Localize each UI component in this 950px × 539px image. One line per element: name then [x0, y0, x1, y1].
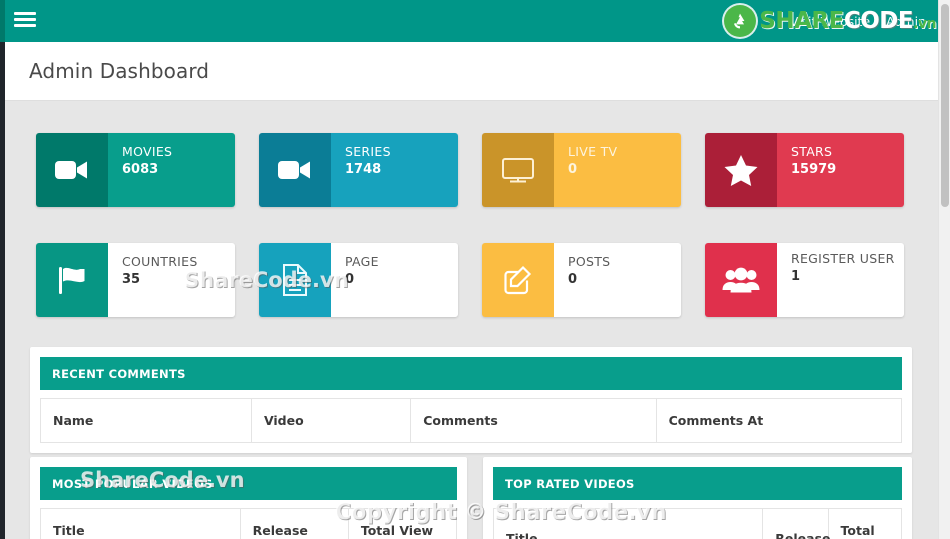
stat-card-value: 0 [568, 272, 578, 288]
table-header-row: Name Video Comments Comments At [40, 398, 903, 443]
sidebar-brand-strip [0, 0, 5, 42]
stat-card-body: POSTS 0 [554, 243, 681, 317]
column-header-name[interactable]: Name [40, 398, 252, 443]
stat-card-label: LIVE TV [568, 144, 618, 159]
panel-title: TOP RATED VIDEOS [493, 467, 902, 500]
stat-card-body: REGISTER USER 1 [777, 243, 904, 317]
navbar-right-links: Visit Website Admin [790, 0, 926, 42]
stat-card-series[interactable]: SERIES 1748 [259, 133, 458, 207]
column-header-title[interactable]: Title [40, 508, 241, 539]
stat-cards-row-2: COUNTRIES 35 PAGE 0 POSTS 0 REGISTER USE… [36, 243, 904, 317]
column-header-release[interactable]: Release [239, 508, 349, 539]
column-header-title[interactable]: Title [492, 508, 764, 539]
stat-card-body: MOVIES 6083 [108, 133, 235, 207]
stat-card-value: 15979 [791, 162, 837, 178]
panel-top-rated-videos: TOP RATED VIDEOS Title Release Total Vie… [483, 457, 912, 539]
video-camera-icon [36, 133, 108, 207]
stat-card-body: STARS 15979 [777, 133, 904, 207]
stat-card-value: 6083 [122, 162, 159, 178]
stat-card-value: 1748 [345, 162, 382, 178]
stat-card-label: POSTS [568, 254, 611, 269]
document-icon [259, 243, 331, 317]
monitor-icon [482, 133, 554, 207]
panel-recent-comments: RECENT COMMENTS Name Video Comments Comm… [30, 347, 912, 453]
column-header-comments[interactable]: Comments [410, 398, 657, 443]
stat-cards-row-1: MOVIES 6083 SERIES 1748 LIVE TV 0 STARS … [36, 133, 904, 207]
column-header-total-view[interactable]: Total View [827, 508, 903, 539]
stat-card-label: PAGE [345, 254, 379, 269]
stat-card-posts[interactable]: POSTS 0 [482, 243, 681, 317]
hamburger-bar [14, 24, 36, 27]
stat-card-stars[interactable]: STARS 15979 [705, 133, 904, 207]
stat-card-label: MOVIES [122, 144, 173, 159]
stat-card-register-user[interactable]: REGISTER USER 1 [705, 243, 904, 317]
stat-card-value: 0 [345, 272, 355, 288]
stat-card-body: COUNTRIES 35 [108, 243, 235, 317]
panel-title: MOST POPULAR VIDEOS [40, 467, 457, 500]
scrollbar-thumb[interactable] [941, 4, 949, 207]
top-rated-videos-table: Title Release Total View [492, 508, 903, 539]
video-camera-icon [259, 133, 331, 207]
stat-card-value: 35 [122, 272, 141, 288]
flag-icon [36, 243, 108, 317]
column-header-comments-at[interactable]: Comments At [655, 398, 903, 443]
stat-card-value: 1 [791, 269, 801, 285]
column-header-release[interactable]: Release [762, 508, 830, 539]
stat-card-page[interactable]: PAGE 0 [259, 243, 458, 317]
most-popular-videos-table: Title Release Total View [40, 508, 458, 539]
admin-dashboard-app: Visit Website Admin Admin Dashboard MOVI… [0, 0, 950, 539]
panel-title: RECENT COMMENTS [40, 357, 902, 390]
stat-card-label: REGISTER USER [791, 251, 895, 266]
stat-card-countries[interactable]: COUNTRIES 35 [36, 243, 235, 317]
stat-card-body: SERIES 1748 [331, 133, 458, 207]
stat-card-movies[interactable]: MOVIES 6083 [36, 133, 235, 207]
stat-card-label: SERIES [345, 144, 391, 159]
edit-square-icon [482, 243, 554, 317]
admin-menu-link[interactable]: Admin [886, 14, 926, 29]
stat-card-body: LIVE TV 0 [554, 133, 681, 207]
page-scrollbar[interactable] [938, 0, 950, 539]
stat-card-live-tv[interactable]: LIVE TV 0 [482, 133, 681, 207]
column-header-total-view[interactable]: Total View [347, 508, 458, 539]
stat-card-value: 0 [568, 162, 578, 178]
page-header-bar: Admin Dashboard [5, 42, 938, 101]
table-header-row: Title Release Total View [40, 508, 458, 539]
collapsed-sidebar[interactable] [0, 0, 5, 539]
recent-comments-table: Name Video Comments Comments At [40, 398, 903, 443]
stat-card-body: PAGE 0 [331, 243, 458, 317]
hamburger-bar [14, 18, 36, 21]
top-navbar: Visit Website Admin [0, 0, 938, 42]
star-icon [705, 133, 777, 207]
users-icon [705, 243, 777, 317]
stat-card-label: STARS [791, 144, 833, 159]
panel-most-popular-videos: MOST POPULAR VIDEOS Title Release Total … [30, 457, 467, 539]
column-header-video[interactable]: Video [250, 398, 412, 443]
hamburger-icon[interactable] [14, 11, 36, 31]
visit-website-link[interactable]: Visit Website [790, 14, 870, 29]
table-header-row: Title Release Total View [492, 508, 903, 539]
hamburger-bar [14, 12, 36, 15]
stat-card-label: COUNTRIES [122, 254, 198, 269]
main-content: MOVIES 6083 SERIES 1748 LIVE TV 0 STARS … [5, 101, 938, 539]
page-title: Admin Dashboard [29, 59, 210, 83]
